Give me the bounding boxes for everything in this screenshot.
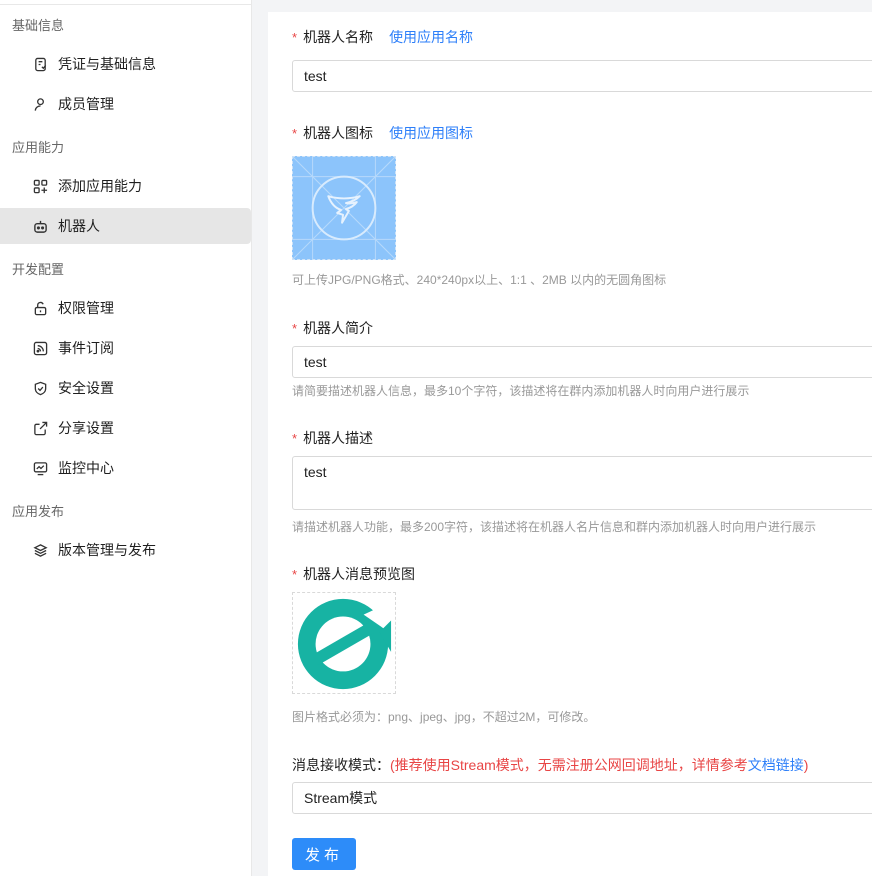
group-title-dev: 开发配置 bbox=[12, 262, 65, 277]
credential-icon bbox=[32, 56, 48, 72]
sidebar: 基础信息 凭证与基础信息 成员管理 应用能力 添加应用能力 机器人 开发配置 权… bbox=[0, 0, 252, 876]
sidebar-item-label: 事件订阅 bbox=[58, 340, 114, 356]
layers-icon bbox=[32, 542, 48, 558]
sidebar-item-label: 凭证与基础信息 bbox=[58, 56, 156, 72]
required-mark: * bbox=[292, 320, 298, 336]
sidebar-item-events[interactable]: 事件订阅 bbox=[0, 330, 251, 366]
robot-name-input[interactable]: test bbox=[292, 60, 872, 92]
docs-link[interactable]: 文档链接 bbox=[748, 757, 804, 773]
robot-desc-label-text: 机器人描述 bbox=[303, 430, 374, 446]
robot-desc-value: test bbox=[304, 464, 327, 480]
required-mark: * bbox=[292, 566, 298, 582]
sidebar-item-label: 安全设置 bbox=[58, 380, 114, 396]
sidebar-item-versions[interactable]: 版本管理与发布 bbox=[0, 532, 251, 568]
message-mode-label-text: 消息接收模式： bbox=[292, 757, 390, 773]
sidebar-item-robot[interactable]: 机器人 bbox=[0, 208, 251, 244]
robot-preview-upload[interactable] bbox=[292, 592, 396, 694]
sidebar-item-security[interactable]: 安全设置 bbox=[0, 370, 251, 406]
robot-icon bbox=[32, 218, 48, 234]
monitor-icon bbox=[32, 460, 48, 476]
message-mode-label: 消息接收模式：(推荐使用Stream模式，无需注册公网回调地址，详情参考文档链接… bbox=[292, 755, 808, 775]
use-app-icon-link[interactable]: 使用应用图标 bbox=[389, 123, 473, 143]
lock-open-icon bbox=[32, 300, 48, 316]
robot-intro-hint: 请简要描述机器人信息，最多10个字符，该描述将在群内添加机器人时向用户进行展示 bbox=[292, 384, 750, 398]
robot-desc-label: * 机器人描述 bbox=[292, 428, 373, 448]
robot-desc-textarea[interactable]: test bbox=[292, 456, 872, 510]
required-mark: * bbox=[292, 125, 298, 141]
sidebar-item-permissions[interactable]: 权限管理 bbox=[0, 290, 251, 326]
group-title-capability: 应用能力 bbox=[12, 140, 65, 155]
robot-intro-label: * 机器人简介 bbox=[292, 318, 373, 338]
use-app-name-link[interactable]: 使用应用名称 bbox=[389, 27, 473, 47]
message-mode-value: Stream模式 bbox=[304, 790, 378, 806]
sidebar-item-share[interactable]: 分享设置 bbox=[0, 410, 251, 446]
robot-icon-label-text: 机器人图标 bbox=[303, 125, 374, 141]
message-mode-select[interactable]: Stream模式 bbox=[292, 782, 872, 814]
required-mark: * bbox=[292, 29, 298, 45]
rss-icon bbox=[32, 340, 48, 356]
sidebar-item-add-capability[interactable]: 添加应用能力 bbox=[0, 168, 251, 204]
sidebar-item-label: 成员管理 bbox=[58, 96, 114, 112]
sidebar-item-label: 监控中心 bbox=[58, 460, 114, 476]
robot-preview-label-text: 机器人消息预览图 bbox=[303, 566, 416, 582]
group-title-basic: 基础信息 bbox=[12, 18, 65, 33]
robot-intro-label-text: 机器人简介 bbox=[303, 320, 374, 336]
robot-icon-label: * 机器人图标 使用应用图标 bbox=[292, 123, 473, 143]
robot-name-label: * 机器人名称 使用应用名称 bbox=[292, 27, 473, 47]
group-title-publish: 应用发布 bbox=[12, 504, 65, 519]
sidebar-item-label: 机器人 bbox=[58, 218, 100, 234]
robot-name-value: test bbox=[304, 68, 327, 84]
grid-plus-icon bbox=[32, 178, 48, 194]
robot-icon-hint: 可上传JPG/PNG格式、240*240px以上、1:1 、2MB 以内的无圆角… bbox=[292, 273, 667, 287]
robot-icon-upload[interactable] bbox=[292, 156, 396, 260]
sidebar-item-label: 添加应用能力 bbox=[58, 178, 142, 194]
shield-icon bbox=[32, 380, 48, 396]
sidebar-item-credentials[interactable]: 凭证与基础信息 bbox=[0, 46, 251, 82]
preview-logo-icon bbox=[297, 598, 392, 690]
robot-preview-label: * 机器人消息预览图 bbox=[292, 564, 415, 584]
dingtalk-wing-icon bbox=[292, 156, 396, 260]
robot-intro-value: test bbox=[304, 354, 327, 370]
sidebar-item-monitor[interactable]: 监控中心 bbox=[0, 450, 251, 486]
person-icon bbox=[32, 96, 48, 112]
robot-name-label-text: 机器人名称 bbox=[303, 29, 374, 45]
message-mode-note: (推荐使用Stream模式，无需注册公网回调地址，详情参考 bbox=[390, 757, 748, 773]
publish-button[interactable]: 发布 bbox=[292, 838, 356, 870]
sidebar-top-divider bbox=[0, 4, 252, 5]
message-mode-note-end: ) bbox=[803, 757, 809, 773]
robot-intro-input[interactable]: test bbox=[292, 346, 872, 378]
share-icon bbox=[32, 420, 48, 436]
sidebar-item-label: 分享设置 bbox=[58, 420, 114, 436]
required-mark: * bbox=[292, 430, 298, 446]
robot-desc-hint: 请描述机器人功能，最多200字符，该描述将在机器人名片信息和群内添加机器人时向用… bbox=[292, 520, 817, 534]
sidebar-item-members[interactable]: 成员管理 bbox=[0, 86, 251, 122]
sidebar-item-label: 权限管理 bbox=[58, 300, 114, 316]
robot-preview-hint: 图片格式必须为：png、jpeg、jpg，不超过2M，可修改。 bbox=[292, 710, 596, 724]
main-left-band bbox=[252, 12, 268, 876]
main-top-band bbox=[252, 0, 872, 12]
sidebar-item-label: 版本管理与发布 bbox=[58, 542, 156, 558]
